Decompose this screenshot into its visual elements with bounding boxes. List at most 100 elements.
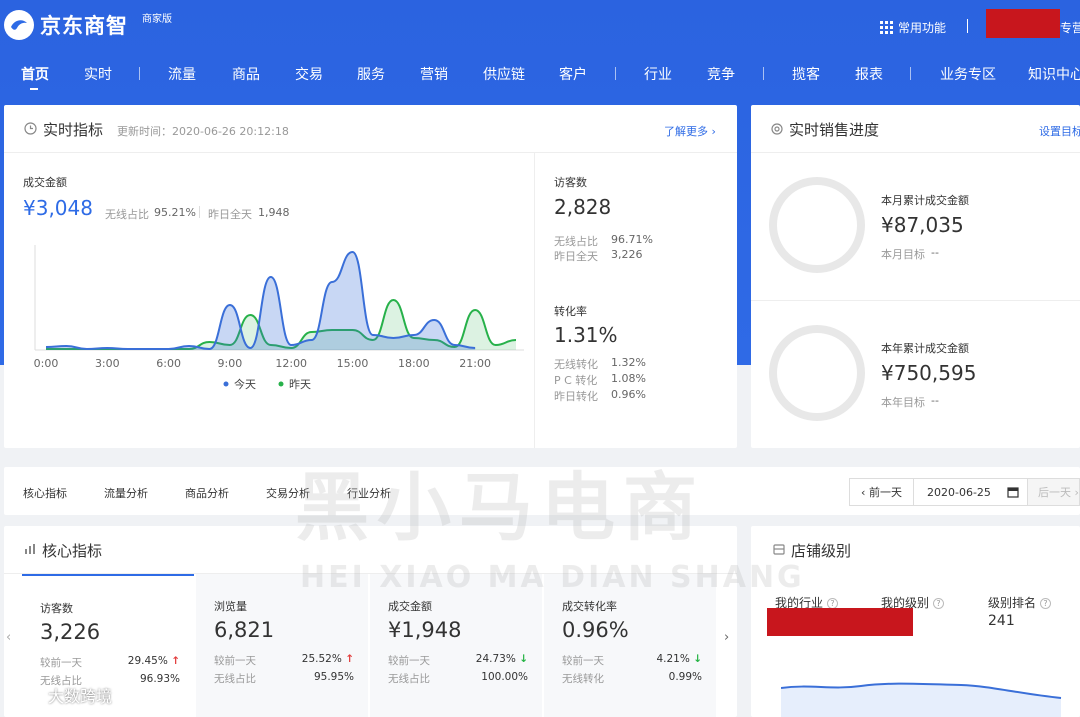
conv-pc-value: 1.08%: [611, 372, 646, 385]
legend-label[interactable]: 昨天: [289, 378, 311, 391]
watermark-logo-icon: [9, 688, 43, 702]
realtime-metrics-card: 实时指标 更新时间：2020-06-26 20:12:18 了解更多 › 成交金…: [4, 105, 737, 448]
compare-label: 较前一天: [562, 655, 604, 667]
user-name-redacted[interactable]: [986, 9, 1060, 38]
nav-business-zone[interactable]: 业务专区: [940, 64, 996, 84]
arrow-up-icon: ↑: [171, 655, 180, 667]
common-functions-label: 常用功能: [898, 21, 947, 35]
card-divider: [751, 152, 1080, 153]
sub-value: 95.95%: [313, 671, 354, 683]
x-tick-label: 21:00: [459, 357, 491, 370]
nav-marketing[interactable]: 营销: [420, 64, 448, 84]
user-name-suffix[interactable]: 专营: [1060, 19, 1080, 36]
scroll-left-button[interactable]: ‹: [6, 630, 11, 645]
industry-redacted: [767, 608, 913, 636]
year-gmv-label: 本年累计成交金额: [881, 342, 969, 355]
grid-icon: [880, 21, 893, 34]
sub-value: 100.00%: [481, 671, 528, 683]
sales-progress-card: 实时销售进度 设置目标 本月累计成交金额 ¥87,035 本月目标 -- 本年累…: [751, 105, 1080, 448]
compare-label: 较前一天: [40, 657, 82, 669]
metric-card-conversion[interactable]: 成交转化率 0.96% 较前一天 4.21% ↓ 无线转化 0.99%: [544, 574, 716, 717]
legend-label[interactable]: 今天: [234, 377, 256, 391]
nav-products[interactable]: 商品: [232, 64, 260, 84]
realtime-trend-chart[interactable]: 0:00 3:00 6:00 9:00 12:00 15:00 18:00 21:00 今天 昨天: [4, 245, 529, 440]
metric-value: ¥1,948: [388, 618, 462, 642]
metric-sub-row: 无线转化 0.99%: [562, 671, 702, 686]
visitors-yesterday-label: 昨日全天: [554, 250, 598, 263]
conversion-label: 转化率: [554, 305, 587, 318]
month-progress-ring: [769, 177, 865, 273]
gmv-sep: [199, 206, 200, 218]
change-value: 24.73% ↓: [475, 653, 528, 665]
nav-traffic[interactable]: 流量: [168, 64, 196, 84]
metric-sub-row: 无线占比 95.95%: [214, 671, 354, 686]
level-trend-sparkline: [781, 682, 1062, 717]
help-icon: ?: [1040, 598, 1052, 609]
nav-customers[interactable]: 客户: [559, 64, 587, 84]
date-picker[interactable]: 2020-06-25: [913, 478, 1028, 506]
arrow-down-icon: ↓: [519, 653, 528, 665]
metric-card-pageviews[interactable]: 浏览量 6,821 较前一天 25.52% ↑ 无线占比 95.95%: [196, 574, 368, 717]
date-value: 2020-06-25: [927, 485, 991, 499]
gmv-wireless-label: 无线占比: [105, 208, 149, 221]
x-tick-label: 0:00: [34, 357, 59, 370]
tab-traffic-analysis[interactable]: 流量分析: [104, 485, 148, 501]
change-value: 29.45% ↑: [127, 655, 180, 667]
nav-competition[interactable]: 竞争: [707, 64, 735, 84]
learn-more-link[interactable]: 了解更多 ›: [664, 123, 716, 139]
common-functions-button[interactable]: 常用功能: [880, 19, 946, 36]
x-tick-label: 15:00: [337, 357, 369, 370]
watermark-subtext: HEI XIAO MA DIAN SHANG: [300, 560, 805, 595]
x-tick-label: 9:00: [218, 357, 243, 370]
store-level-title: 店铺级别: [791, 542, 852, 560]
arrow-up-icon: ↑: [345, 653, 354, 665]
metric-card-gmv[interactable]: 成交金额 ¥1,948 较前一天 24.73% ↓ 无线占比 100.00%: [370, 574, 542, 717]
nav-knowledge-center[interactable]: 知识中心: [1028, 64, 1080, 84]
metric-label: 浏览量: [214, 600, 247, 613]
conversion-value: 1.31%: [554, 323, 618, 347]
nav-divider: [615, 67, 616, 80]
core-metrics-title: 核心指标: [42, 542, 103, 560]
nav-attract[interactable]: 揽客: [792, 64, 820, 84]
nav-reports[interactable]: 报表: [855, 64, 883, 84]
year-progress-ring: [769, 325, 865, 421]
nav-service[interactable]: 服务: [357, 64, 385, 84]
set-target-link[interactable]: 设置目标: [1039, 123, 1080, 139]
main-nav: 首页 实时 流量 商品 交易 服务 营销 供应链 客户 行业 竞争 揽客 报表 …: [0, 56, 1080, 92]
next-day-button[interactable]: 后一天 ›: [1027, 478, 1080, 506]
nav-industry[interactable]: 行业: [644, 64, 672, 84]
sub-label: 无线占比: [214, 673, 256, 685]
nav-home[interactable]: 首页: [21, 64, 49, 84]
prev-day-button[interactable]: ‹ 前一天: [849, 478, 914, 506]
compare-label: 较前一天: [388, 655, 430, 667]
metric-label: 访客数: [40, 602, 73, 615]
corner-watermark-text: 大数跨境: [48, 687, 113, 706]
level-rank-label: 级别排名?: [988, 594, 1052, 611]
card-vertical-divider: [534, 153, 535, 448]
metric-value: 6,821: [214, 618, 275, 642]
year-gmv-value: ¥750,595: [881, 361, 977, 385]
help-icon: ?: [933, 598, 945, 609]
year-target-label: 本年目标: [881, 396, 925, 409]
watermark-text: 黑小马电商: [295, 465, 705, 551]
change-value: 4.21% ↓: [656, 653, 702, 665]
scroll-right-button[interactable]: ›: [724, 630, 729, 645]
clock-icon: [24, 122, 37, 135]
nav-supply-chain[interactable]: 供应链: [483, 64, 525, 84]
x-tick-label: 18:00: [398, 357, 430, 370]
tab-product-analysis[interactable]: 商品分析: [185, 485, 229, 501]
jd-logo-icon: [4, 10, 34, 40]
nav-transactions[interactable]: 交易: [295, 64, 323, 84]
nav-realtime[interactable]: 实时: [84, 64, 112, 84]
metric-sub-row: 无线占比 100.00%: [388, 671, 528, 686]
x-tick-label: 12:00: [275, 357, 307, 370]
calendar-icon: [1007, 487, 1019, 498]
corner-watermark: 大数跨境: [8, 683, 112, 707]
tab-core-metrics[interactable]: 核心指标: [23, 485, 67, 501]
metric-label: 成交金额: [388, 600, 432, 613]
visitors-label: 访客数: [554, 176, 587, 189]
year-target-value: --: [931, 394, 939, 407]
gmv-label: 成交金额: [23, 176, 67, 189]
brand-logo[interactable]: 京东商智: [4, 10, 128, 40]
visitors-value: 2,828: [554, 195, 612, 219]
